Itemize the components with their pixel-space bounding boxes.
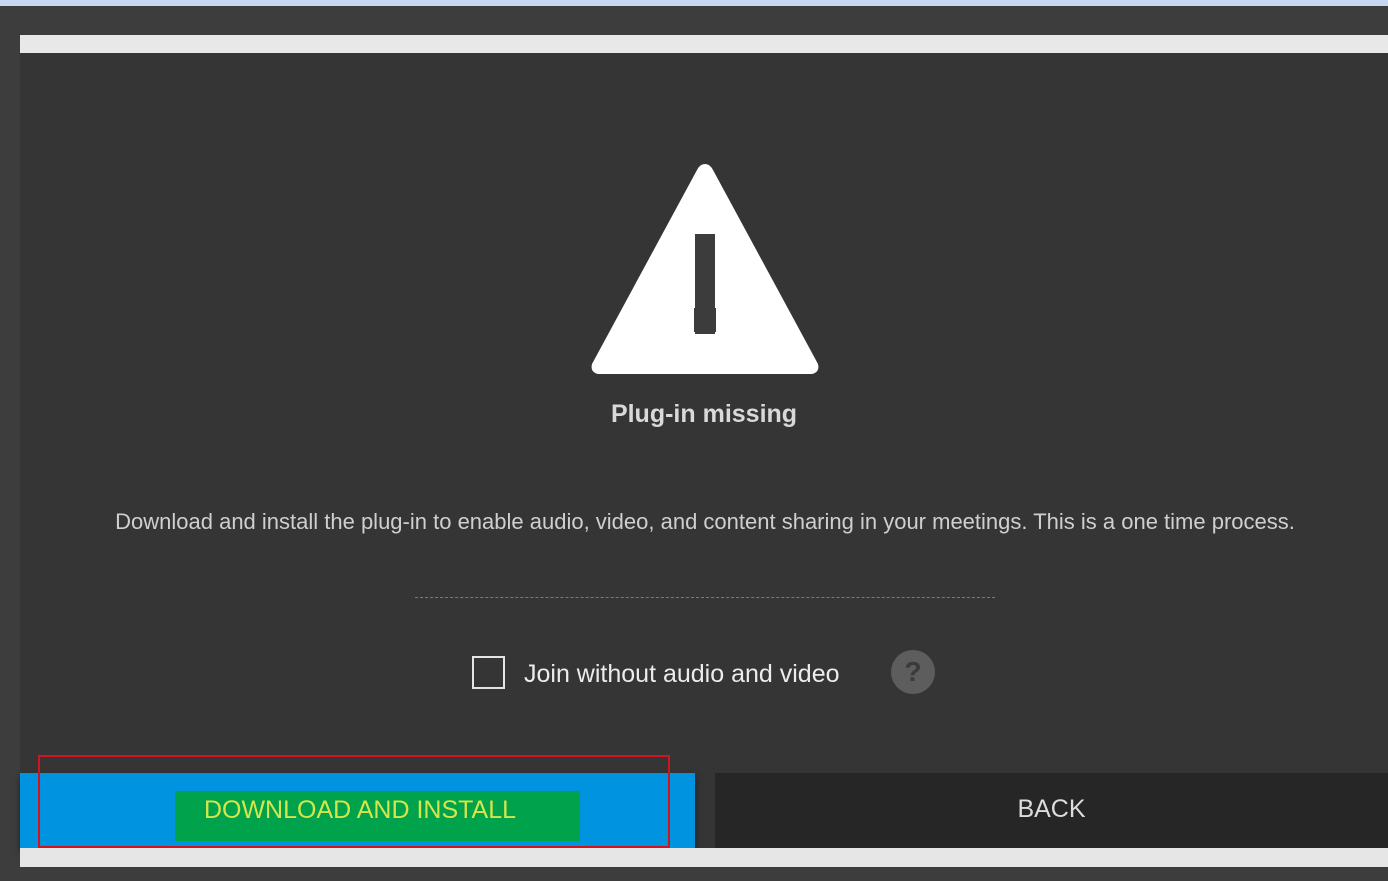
join-without-av-label[interactable]: Join without audio and video — [524, 660, 840, 689]
dialog-description: Download and install the plug-in to enab… — [115, 509, 1295, 534]
back-button[interactable]: BACK — [715, 773, 1388, 848]
warning-triangle-icon — [591, 164, 819, 374]
dialog-top-bar — [20, 35, 1388, 53]
dialog-title: Plug-in missing — [610, 400, 798, 428]
join-without-av-checkbox[interactable] — [472, 656, 505, 689]
annotation-outline — [38, 755, 670, 848]
top-strip — [0, 0, 1388, 6]
question-circle-icon[interactable]: ? — [891, 650, 935, 694]
dashed-divider — [415, 597, 995, 598]
dialog-bottom-bar — [20, 848, 1388, 867]
